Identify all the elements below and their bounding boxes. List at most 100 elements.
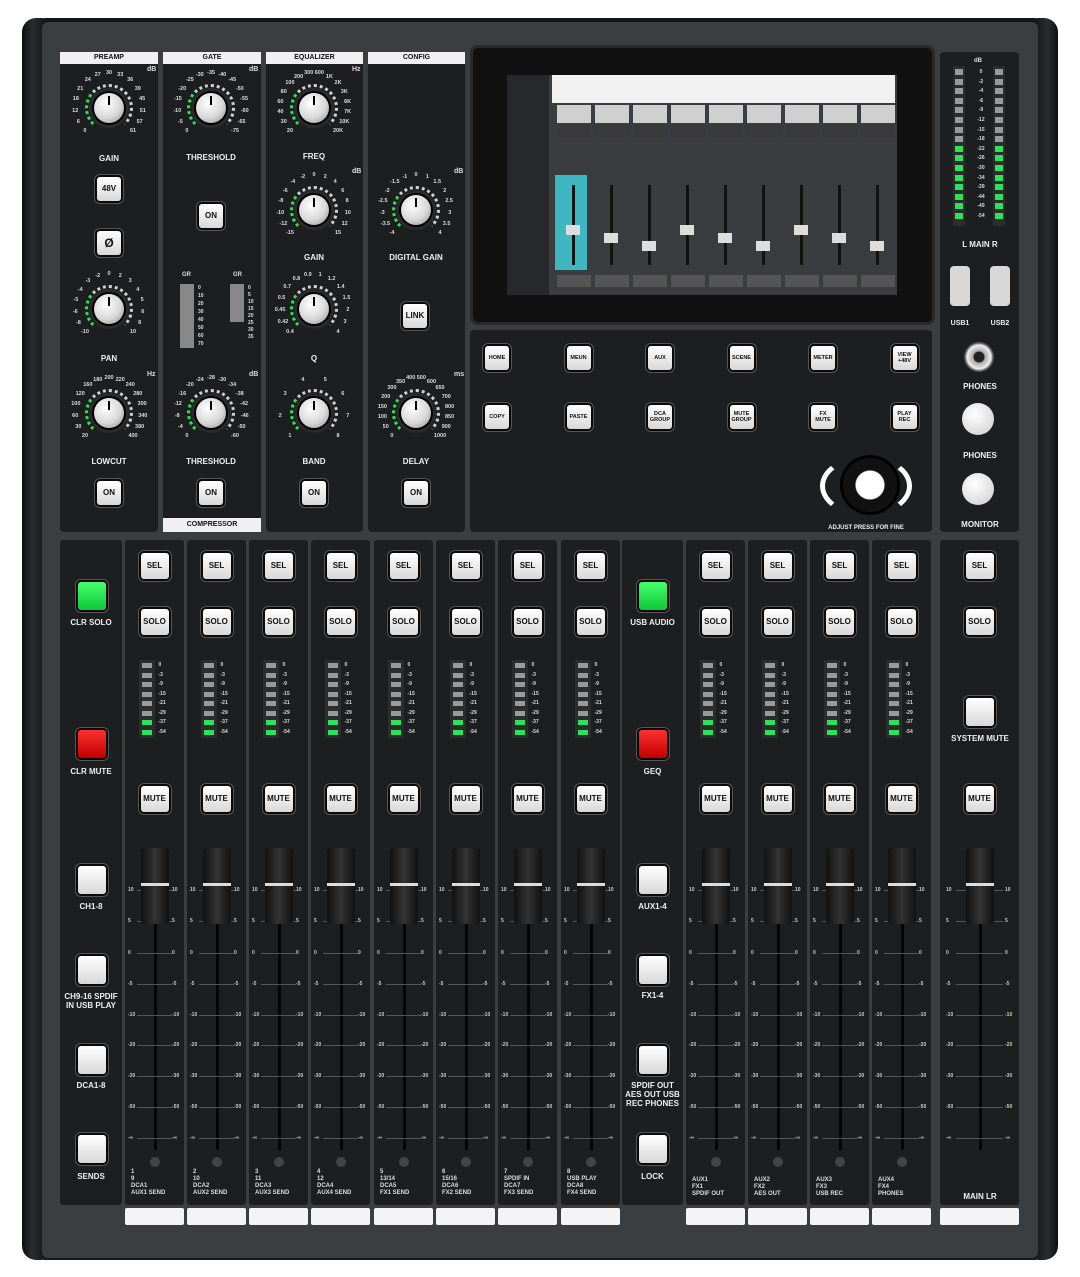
aux-1-solo-button[interactable]: SOLO <box>701 609 730 635</box>
mute-group-button[interactable]: MUTE GROUP <box>729 405 754 429</box>
aux-4-scribble-strip[interactable] <box>872 1208 931 1225</box>
aux-3-fader-cap[interactable] <box>825 848 854 924</box>
channel-7-mute-button[interactable]: MUTE <box>513 786 542 812</box>
link-button[interactable]: LINK <box>403 304 427 328</box>
screen-fader-cap[interactable] <box>566 225 580 235</box>
comp-on-button[interactable]: ON <box>199 481 223 505</box>
channel-7-sel-button[interactable]: SEL <box>513 553 542 579</box>
channel-8-solo-button[interactable]: SOLO <box>576 609 605 635</box>
band-knob[interactable] <box>299 398 329 428</box>
channel-6-fader-cap[interactable] <box>451 848 480 924</box>
channel-2-mute-button[interactable]: MUTE <box>202 786 231 812</box>
phase-button[interactable]: Ø <box>97 231 121 255</box>
usb2-port[interactable] <box>990 266 1010 306</box>
system-mute-button[interactable] <box>966 698 994 726</box>
screen-fader-cap[interactable] <box>756 241 770 251</box>
copy-button[interactable]: COPY <box>485 405 509 429</box>
screen-channel-tab[interactable] <box>633 125 667 137</box>
screen-channel-tab[interactable] <box>747 125 781 137</box>
home-button[interactable]: HOME <box>485 346 509 370</box>
aux-4-mute-button[interactable]: MUTE <box>887 786 916 812</box>
phones-jack[interactable] <box>964 342 994 372</box>
channel-4-scribble-strip[interactable] <box>311 1208 370 1225</box>
aux-3-solo-button[interactable]: SOLO <box>825 609 854 635</box>
channel-4-mute-button[interactable]: MUTE <box>326 786 355 812</box>
channel-3-scribble-strip[interactable] <box>249 1208 308 1225</box>
screen-fader-cap[interactable] <box>642 241 656 251</box>
aux-2-sel-button[interactable]: SEL <box>763 553 792 579</box>
eq-on-button[interactable]: ON <box>302 481 326 505</box>
screen-fader-cap[interactable] <box>718 233 732 243</box>
aux-3-sel-button[interactable]: SEL <box>825 553 854 579</box>
pan-knob[interactable] <box>94 294 124 324</box>
channel-6-sel-button[interactable]: SEL <box>451 553 480 579</box>
usb-audio-button[interactable] <box>639 582 667 610</box>
aux-3-mute-button[interactable]: MUTE <box>825 786 854 812</box>
lowcut-knob[interactable] <box>94 398 124 428</box>
clr-mute-button[interactable] <box>78 730 106 758</box>
48v-button[interactable]: 48V <box>97 177 121 201</box>
screen-channel-tab[interactable] <box>709 125 743 137</box>
aux-1-mute-button[interactable]: MUTE <box>701 786 730 812</box>
channel-3-solo-button[interactable]: SOLO <box>264 609 293 635</box>
play-rec-button[interactable]: PLAY REC <box>892 405 917 429</box>
sends-button[interactable] <box>78 1135 106 1163</box>
aux-1-sel-button[interactable]: SEL <box>701 553 730 579</box>
screen-fader-cap[interactable] <box>604 233 618 243</box>
freq-knob[interactable] <box>299 93 329 123</box>
clr-solo-button[interactable] <box>78 582 106 610</box>
screen-fader-cap[interactable] <box>870 241 884 251</box>
channel-3-fader-cap[interactable] <box>264 848 293 924</box>
channel-2-scribble-strip[interactable] <box>187 1208 246 1225</box>
channel-3-mute-button[interactable]: MUTE <box>264 786 293 812</box>
aux-2-solo-button[interactable]: SOLO <box>763 609 792 635</box>
channel-3-sel-button[interactable]: SEL <box>264 553 293 579</box>
channel-7-fader-cap[interactable] <box>513 848 542 924</box>
fx1-4-button[interactable] <box>639 956 667 984</box>
aux-button[interactable]: AUX <box>648 346 672 370</box>
gain-knob[interactable] <box>94 93 124 123</box>
screen-fader-cap[interactable] <box>680 225 694 235</box>
channel-5-mute-button[interactable]: MUTE <box>389 786 418 812</box>
jog-wheel[interactable] <box>843 458 897 512</box>
channel-6-mute-button[interactable]: MUTE <box>451 786 480 812</box>
paste-button[interactable]: PASTE <box>566 405 591 429</box>
channel-5-sel-button[interactable]: SEL <box>389 553 418 579</box>
aux-2-mute-button[interactable]: MUTE <box>763 786 792 812</box>
screen-sidebar[interactable] <box>507 75 549 295</box>
channel-4-sel-button[interactable]: SEL <box>326 553 355 579</box>
usb1-port[interactable] <box>950 266 970 306</box>
main-scribble-strip[interactable] <box>940 1208 1019 1225</box>
aux-4-sel-button[interactable]: SEL <box>887 553 916 579</box>
geq-button[interactable] <box>639 730 667 758</box>
digital-gain-knob[interactable] <box>401 195 431 225</box>
channel-1-mute-button[interactable]: MUTE <box>140 786 169 812</box>
channel-6-solo-button[interactable]: SOLO <box>451 609 480 635</box>
ch9-16-button[interactable] <box>78 956 106 984</box>
screen-fader-cap[interactable] <box>832 233 846 243</box>
channel-1-sel-button[interactable]: SEL <box>140 553 169 579</box>
touch-screen[interactable] <box>507 75 897 295</box>
screen-channel-tab[interactable] <box>861 125 895 137</box>
channel-7-solo-button[interactable]: SOLO <box>513 609 542 635</box>
gate-on-button[interactable]: ON <box>199 204 223 228</box>
main-sel-button[interactable]: SEL <box>965 553 994 579</box>
phones-level-knob[interactable] <box>962 403 994 435</box>
aux-1-scribble-strip[interactable] <box>686 1208 745 1225</box>
spdif-out-button[interactable] <box>639 1046 667 1074</box>
channel-1-scribble-strip[interactable] <box>125 1208 184 1225</box>
screen-channel-tab[interactable] <box>785 125 819 137</box>
lock-button[interactable] <box>639 1135 667 1163</box>
ch1-8-button[interactable] <box>78 866 106 894</box>
channel-2-solo-button[interactable]: SOLO <box>202 609 231 635</box>
meter-button[interactable]: METER <box>811 346 835 370</box>
channel-7-scribble-strip[interactable] <box>498 1208 557 1225</box>
meun-button[interactable]: MEUN <box>566 346 591 370</box>
channel-2-fader-cap[interactable] <box>202 848 231 924</box>
channel-8-mute-button[interactable]: MUTE <box>576 786 605 812</box>
channel-2-sel-button[interactable]: SEL <box>202 553 231 579</box>
screen-channel-tab[interactable] <box>671 125 705 137</box>
aux-3-scribble-strip[interactable] <box>810 1208 869 1225</box>
channel-1-fader-cap[interactable] <box>140 848 169 924</box>
screen-channel-tab[interactable] <box>557 125 591 137</box>
